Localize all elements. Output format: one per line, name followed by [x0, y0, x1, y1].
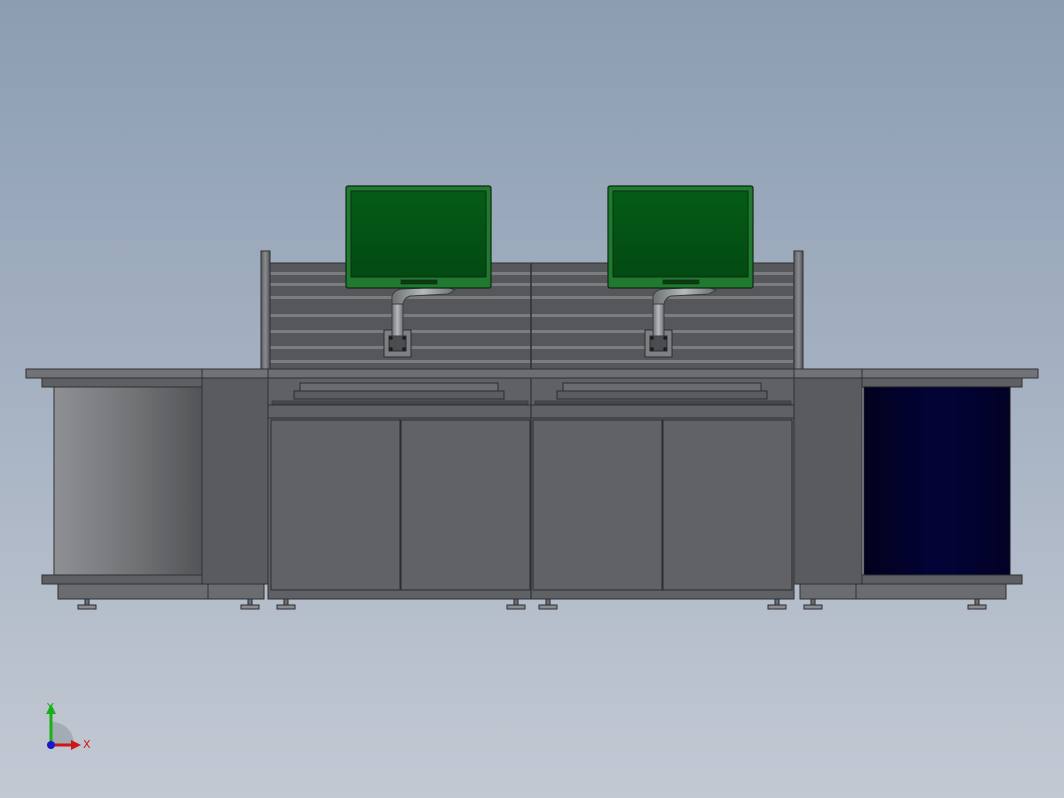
end-unit-right-panel — [863, 386, 1011, 576]
leveling-foot — [803, 598, 823, 610]
panel-post-right — [793, 250, 804, 372]
leveling-foot — [276, 598, 296, 610]
leveling-foot — [967, 598, 987, 610]
panel-post-left — [260, 250, 271, 372]
cabinet-door — [400, 419, 531, 591]
leveling-foot — [538, 598, 558, 610]
leveling-foot — [767, 598, 787, 610]
triad-x-label: X — [83, 738, 91, 751]
cabinet-door — [662, 419, 793, 591]
leveling-feet — [77, 598, 987, 610]
keyboard-tray-right — [534, 382, 792, 405]
cad-viewport[interactable]: Y X — [0, 0, 1064, 798]
orientation-triad: Y X — [46, 701, 91, 751]
triad-z-axis — [47, 741, 55, 749]
monitor-right — [607, 185, 754, 289]
end-unit-left — [25, 368, 271, 600]
leveling-foot — [240, 598, 260, 610]
leveling-foot — [77, 598, 97, 610]
monitor-left-screen — [350, 190, 487, 278]
cabinet-door — [532, 419, 663, 591]
end-unit-right — [793, 368, 1039, 600]
leveling-foot — [506, 598, 526, 610]
keyboard-tray-left — [271, 382, 529, 405]
cabinet-door — [270, 419, 401, 591]
monitor-right-screen — [612, 190, 749, 278]
triad-y-label: Y — [46, 701, 54, 714]
monitor-left — [345, 185, 492, 289]
